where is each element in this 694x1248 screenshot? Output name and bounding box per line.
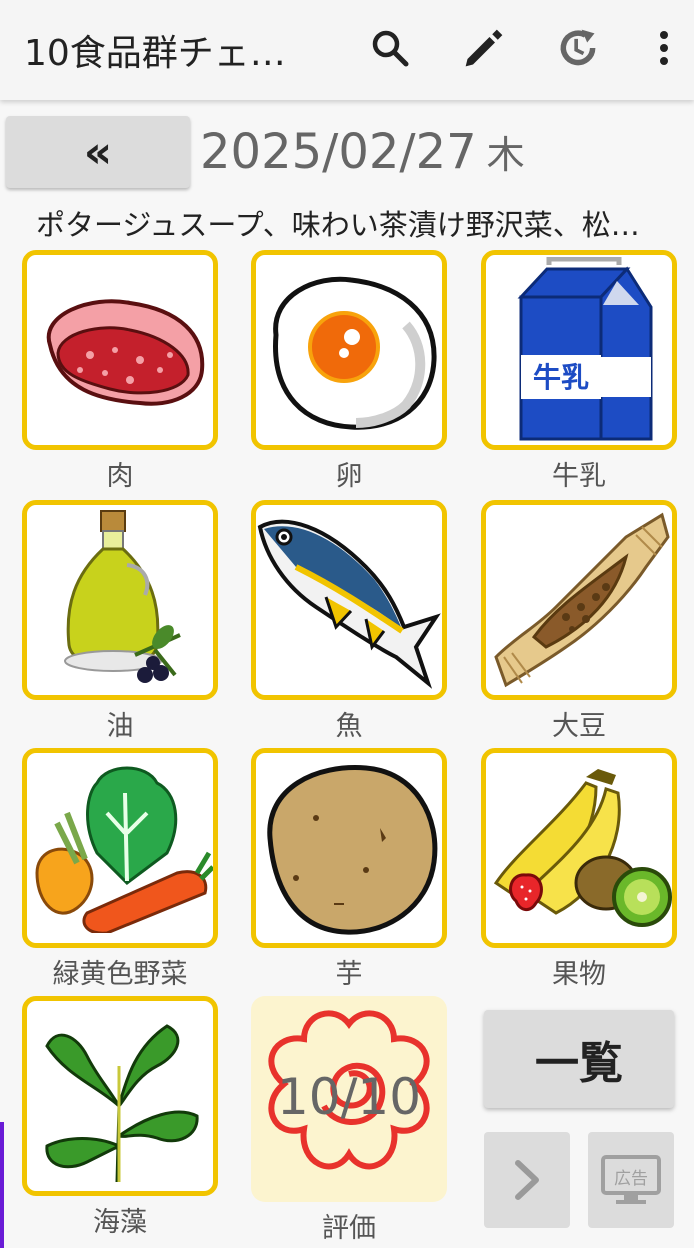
food-group-seaweed[interactable]: 海藻 — [22, 996, 218, 1239]
meal-menu-text[interactable]: ポタージュスープ、味わい茶漬け野沢菜、松… — [36, 202, 676, 244]
ad-monitor-icon: 広告 — [601, 1155, 661, 1204]
milk-carton-icon: 牛乳 — [517, 257, 653, 441]
seaweed-icon — [45, 1024, 199, 1183]
food-tile[interactable] — [251, 748, 447, 948]
fish-icon — [257, 519, 441, 689]
food-label: 油 — [106, 711, 134, 742]
food-group-fruit[interactable]: 果物 — [481, 748, 677, 991]
food-label: 牛乳 — [552, 461, 606, 492]
food-label: 卵 — [335, 461, 363, 492]
food-group-fish[interactable]: 魚 — [251, 500, 447, 743]
weekday: 木 — [486, 133, 525, 177]
search-icon[interactable] — [368, 24, 412, 72]
score-label: 評価 — [322, 1213, 376, 1244]
ad-button[interactable]: 広告 — [588, 1132, 674, 1228]
app-bar: 10食品群チェ… — [0, 0, 694, 100]
food-tile[interactable] — [22, 250, 218, 450]
milk-carton-label: 牛乳 — [533, 361, 589, 394]
food-label: 大豆 — [552, 711, 606, 742]
previous-day-button[interactable]: « — [6, 116, 190, 188]
score-value: 10/10 — [276, 1068, 422, 1126]
food-tile[interactable] — [22, 748, 218, 948]
meat-icon — [46, 299, 205, 406]
fruit-icon — [493, 769, 672, 927]
olive-oil-icon — [64, 510, 181, 683]
food-label: 肉 — [106, 461, 134, 492]
food-label: 海藻 — [93, 1207, 147, 1238]
natto-icon — [494, 512, 670, 688]
history-icon[interactable] — [556, 24, 600, 72]
food-tile[interactable] — [251, 250, 447, 450]
next-day-button[interactable] — [484, 1132, 570, 1228]
food-group-meat[interactable]: 肉 — [22, 250, 218, 493]
food-tile[interactable] — [251, 500, 447, 700]
food-tile[interactable]: 牛乳 — [481, 250, 677, 450]
food-label: 緑黄色野菜 — [52, 959, 188, 990]
food-tile[interactable] — [22, 996, 218, 1196]
list-button[interactable]: 一覧 — [484, 1010, 674, 1108]
food-group-potato[interactable]: 芋 — [251, 748, 447, 991]
food-label: 魚 — [335, 711, 363, 742]
date-display[interactable]: 2025/02/27 木 — [200, 124, 525, 180]
food-label: 芋 — [335, 959, 363, 990]
food-tile[interactable] — [22, 500, 218, 700]
score-section[interactable]: 10/10 評価 — [251, 996, 447, 1245]
food-group-milk[interactable]: 牛乳 牛乳 — [481, 250, 677, 493]
food-label: 果物 — [552, 959, 606, 990]
date-navigation: « 2025/02/27 木 — [0, 114, 694, 190]
vegetables-icon — [35, 766, 213, 933]
food-group-green-yellow-vegetables[interactable]: 緑黄色野菜 — [22, 748, 218, 991]
ad-label: 広告 — [614, 1169, 648, 1189]
chevron-right-icon — [515, 1160, 539, 1200]
date-value: 2025/02/27 — [200, 124, 477, 180]
potato-icon — [267, 765, 438, 935]
fried-egg-icon — [273, 276, 437, 430]
food-group-soybean[interactable]: 大豆 — [481, 500, 677, 743]
food-group-egg[interactable]: 卵 — [251, 250, 447, 493]
food-tile[interactable] — [481, 748, 677, 948]
food-tile[interactable] — [481, 500, 677, 700]
score-tile[interactable]: 10/10 — [251, 996, 447, 1202]
food-group-oil[interactable]: 油 — [22, 500, 218, 743]
more-vert-icon[interactable] — [642, 24, 686, 72]
pencil-icon[interactable] — [462, 24, 506, 72]
edge-indicator — [0, 1122, 4, 1248]
app-title: 10食品群チェ… — [24, 33, 286, 74]
